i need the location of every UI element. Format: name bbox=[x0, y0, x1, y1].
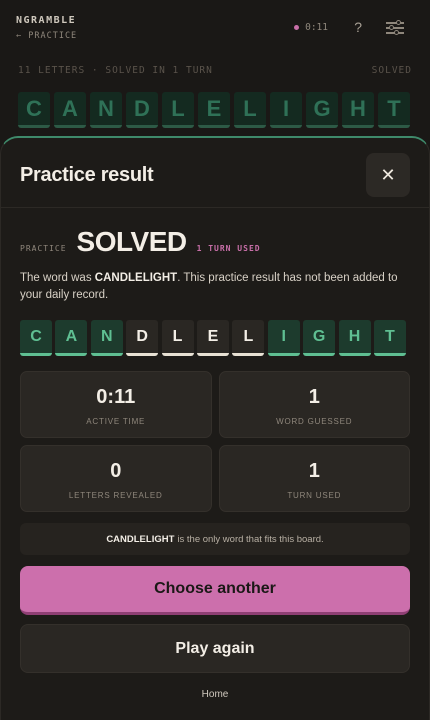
stat-card: 1 WORD GUESSED bbox=[218, 371, 410, 438]
play-again-button[interactable]: Play again bbox=[20, 624, 410, 673]
result-tile: L bbox=[232, 320, 265, 356]
board-tile: C bbox=[18, 92, 50, 128]
stat-label: WORD GUESSED bbox=[276, 417, 353, 426]
result-heading: SOLVED bbox=[76, 226, 188, 257]
board-tiles: CANDLELIGHT bbox=[18, 92, 410, 128]
result-tile: H bbox=[338, 320, 371, 356]
choose-another-button[interactable]: Choose another bbox=[20, 566, 410, 615]
result-sheet: Practice result ✕ PRACTICE SOLVED 1 TURN… bbox=[0, 136, 430, 720]
close-button[interactable]: ✕ bbox=[366, 153, 410, 197]
stat-label: LETTERS REVEALED bbox=[68, 491, 163, 500]
sheet-title: Practice result bbox=[20, 164, 154, 186]
note-text: is the only word that fits this board. bbox=[177, 533, 324, 545]
result-line: PRACTICE SOLVED 1 TURN USED bbox=[20, 226, 261, 258]
result-tile: I bbox=[267, 320, 300, 356]
timer-value: 0:11 bbox=[305, 22, 328, 33]
board-tile: D bbox=[126, 92, 158, 128]
board-tile: I bbox=[270, 92, 302, 128]
turns-used-badge: 1 TURN USED bbox=[196, 244, 261, 253]
board-status-badge: SOLVED bbox=[371, 65, 412, 76]
board-tile: L bbox=[162, 92, 194, 128]
stat-card: 0:11 ACTIVE TIME bbox=[20, 371, 212, 438]
board-status-row: 11 LETTERS · SOLVED IN 1 TURN SOLVED bbox=[18, 65, 412, 76]
help-button[interactable]: ? bbox=[354, 19, 362, 35]
stat-label: ACTIVE TIME bbox=[86, 417, 146, 426]
result-tile: C bbox=[20, 320, 52, 356]
settings-sliders-icon[interactable] bbox=[386, 20, 404, 36]
result-tile: E bbox=[196, 320, 229, 356]
result-description: The word was CANDLELIGHT. This practice … bbox=[20, 270, 405, 304]
timer: 0:11 bbox=[294, 22, 328, 33]
timer-dot-icon bbox=[294, 25, 300, 30]
stat-card: 0 LETTERS REVEALED bbox=[20, 445, 212, 512]
stat-value: 0:11 bbox=[96, 386, 136, 408]
solution-note: CANDLELIGHT is the only word that fits t… bbox=[20, 523, 410, 555]
board-tile: A bbox=[54, 92, 86, 128]
board-tile: T bbox=[378, 92, 410, 128]
sheet-header: Practice result ✕ bbox=[1, 138, 429, 208]
stat-value: 1 bbox=[308, 386, 320, 408]
note-word: CANDLELIGHT bbox=[106, 533, 175, 545]
desc-prefix: The word was bbox=[20, 272, 95, 284]
mode-label: PRACTICE bbox=[20, 244, 67, 253]
stat-value: 0 bbox=[110, 460, 122, 482]
back-to-practice-link[interactable]: ← PRACTICE bbox=[16, 31, 77, 41]
stats-grid: 0:11 ACTIVE TIME 1 WORD GUESSED 0 LETTERS REV… bbox=[20, 371, 410, 512]
result-tile: G bbox=[303, 320, 336, 356]
result-tile: L bbox=[161, 320, 194, 356]
result-tile: D bbox=[126, 320, 159, 356]
stat-label: TURN USED bbox=[287, 491, 342, 500]
board-tile: E bbox=[198, 92, 230, 128]
top-bar: NGRAMBLE ← PRACTICE 0:11 ? bbox=[16, 12, 414, 44]
result-tiles: CANDLELIGHT bbox=[20, 320, 406, 356]
board-tile: N bbox=[90, 92, 122, 128]
board-status-text: 11 LETTERS · SOLVED IN 1 TURN bbox=[18, 65, 213, 76]
result-tile: T bbox=[373, 320, 406, 356]
home-link[interactable]: Home bbox=[1, 689, 429, 700]
result-tile: A bbox=[55, 320, 88, 356]
brand-logo: NGRAMBLE bbox=[16, 15, 77, 26]
board-tile: G bbox=[306, 92, 338, 128]
result-tile: N bbox=[90, 320, 123, 356]
board-tile: H bbox=[342, 92, 374, 128]
stat-value: 1 bbox=[308, 460, 320, 482]
board-tile: L bbox=[234, 92, 266, 128]
stat-card: 1 TURN USED bbox=[218, 445, 410, 512]
desc-word: CANDLELIGHT bbox=[94, 272, 178, 284]
